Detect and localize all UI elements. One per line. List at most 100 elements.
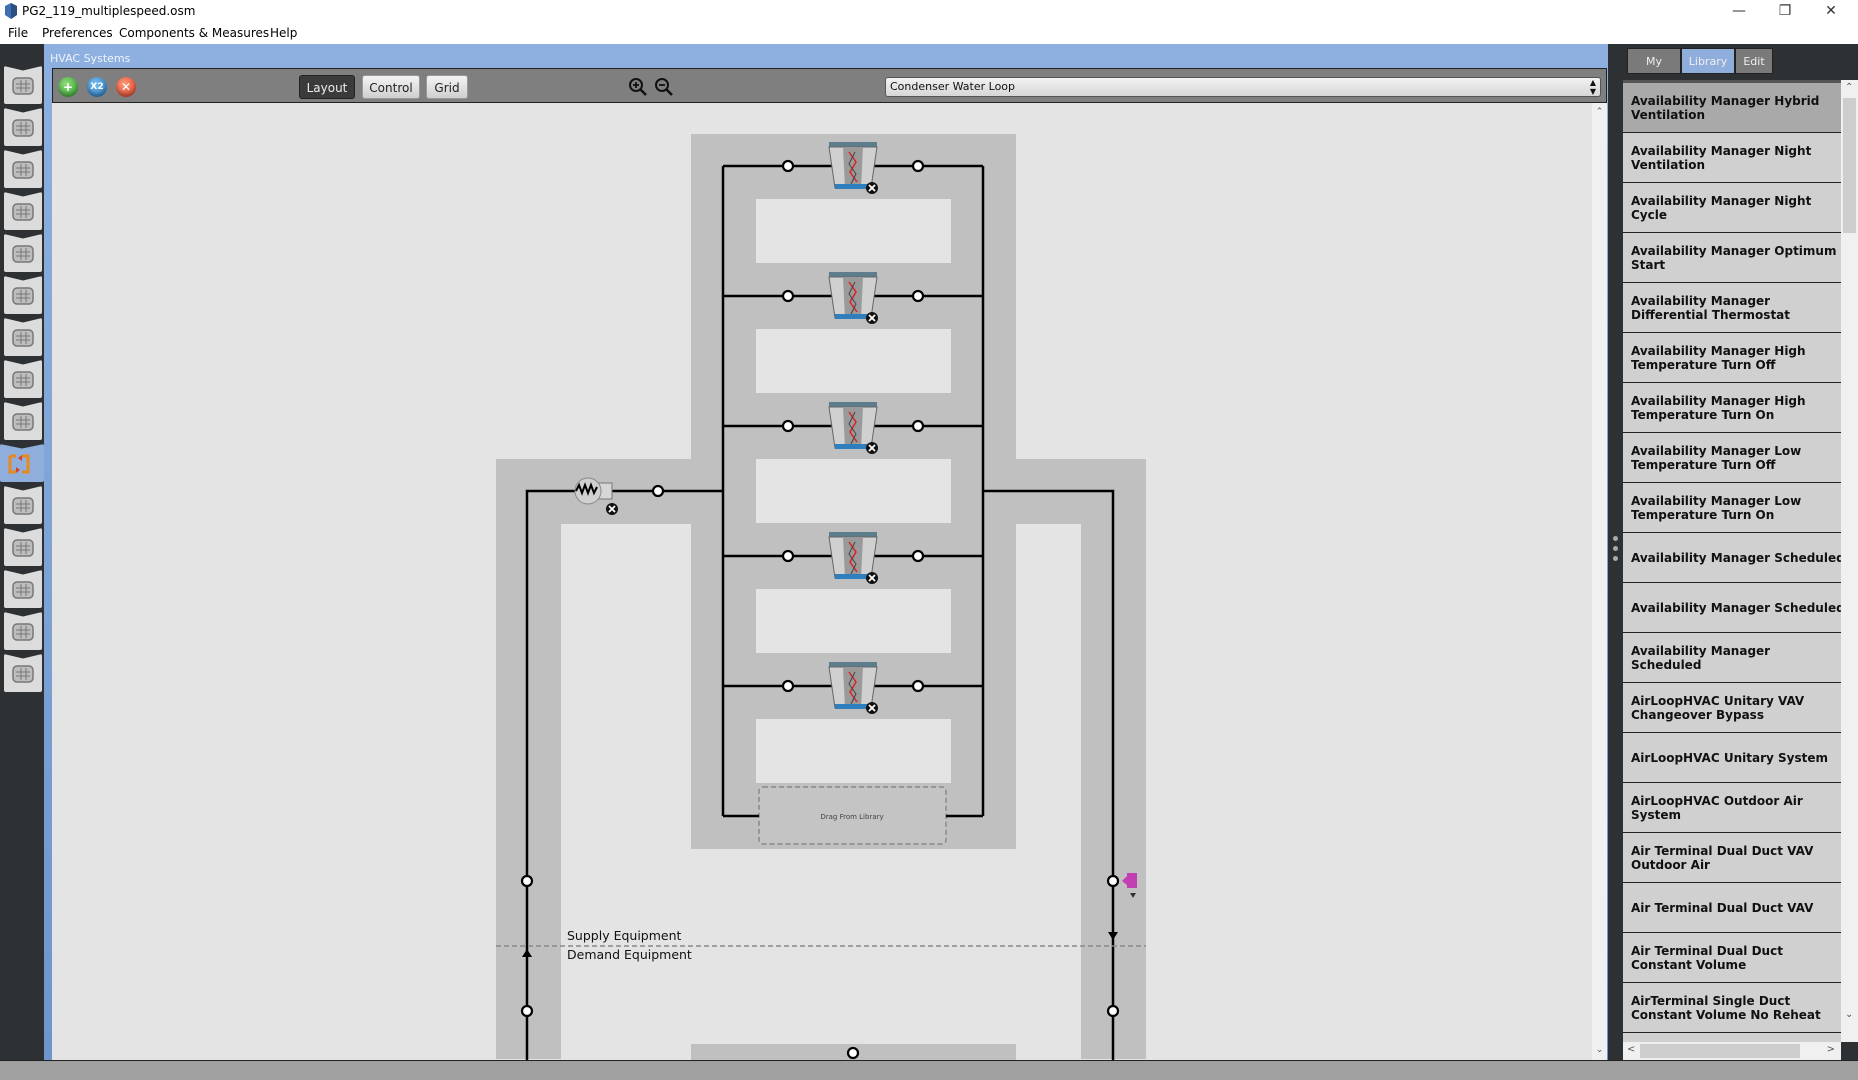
tab-library[interactable]: Library (1681, 48, 1735, 74)
nav-results[interactable] (4, 654, 42, 692)
library-item[interactable]: Availability Manager Scheduled Off (1623, 533, 1841, 583)
node[interactable] (911, 289, 925, 303)
scroll-down-arrow-icon[interactable]: ⌄ (1845, 1009, 1853, 1020)
close-button[interactable]: ✕ (1808, 0, 1854, 22)
tab-edit[interactable]: Edit (1735, 48, 1773, 74)
scroll-thumb[interactable] (1843, 98, 1856, 233)
control-view-button[interactable]: Control (362, 75, 420, 99)
splitter-grip[interactable] (1613, 536, 1618, 541)
node[interactable] (846, 1046, 860, 1060)
nav-measures[interactable] (4, 570, 42, 608)
scroll-up-arrow-icon[interactable]: ⌃ (1592, 105, 1607, 120)
branch-gap (756, 329, 951, 393)
scroll-up-arrow-icon[interactable]: ⌃ (1845, 82, 1853, 93)
node[interactable] (1106, 874, 1120, 888)
menu-components-measures[interactable]: Components & Measures (119, 26, 269, 40)
library-item[interactable]: Availability Manager Night Cycle (1623, 183, 1841, 233)
zoom-out-icon[interactable] (654, 77, 674, 97)
nav-simulation-settings[interactable] (4, 528, 42, 566)
node[interactable] (1106, 1004, 1120, 1018)
node[interactable] (911, 549, 925, 563)
library-item[interactable]: Availability Manager Night Ventilation (1623, 133, 1841, 183)
node[interactable] (520, 874, 534, 888)
cooling-tower-icon[interactable] (828, 142, 878, 194)
node[interactable] (911, 679, 925, 693)
library-item[interactable]: Availability Manager Optimum Start (1623, 233, 1841, 283)
add-system-button[interactable]: + (58, 77, 78, 97)
copy-system-button[interactable]: X2 (87, 77, 107, 97)
menu-help[interactable]: Help (270, 26, 297, 40)
library-item[interactable]: Availability Manager Scheduled (1623, 633, 1841, 683)
library-item[interactable]: Availability Manager High Temperature Tu… (1623, 383, 1841, 433)
cooling-tower-icon[interactable] (828, 532, 878, 584)
left-nav (0, 44, 44, 1060)
floorplan-icon (12, 287, 34, 305)
splitter-grip[interactable] (1613, 556, 1618, 561)
loop-select[interactable]: Condenser Water Loop ▲ ▼ (885, 77, 1601, 97)
nav-constructions[interactable] (4, 150, 42, 188)
scroll-left-arrow-icon[interactable]: < (1627, 1044, 1635, 1055)
node[interactable] (781, 289, 795, 303)
gear-icon (12, 539, 34, 557)
nav-site[interactable] (4, 66, 42, 104)
tab-my-model[interactable]: My Model (1627, 48, 1681, 94)
library-horizontal-scrollbar[interactable]: < > (1623, 1042, 1841, 1060)
node[interactable] (911, 419, 925, 433)
nav-hvac-systems[interactable] (0, 444, 44, 482)
menu-file[interactable]: File (8, 26, 28, 40)
scroll-down-arrow-icon[interactable]: ⌄ (1592, 1043, 1607, 1058)
restore-button[interactable]: ❐ (1762, 0, 1808, 22)
library-item[interactable]: Availability Manager Differential Thermo… (1623, 283, 1841, 333)
menu-preferences[interactable]: Preferences (42, 26, 113, 40)
scroll-right-arrow-icon[interactable]: > (1827, 1044, 1835, 1055)
library-vertical-scrollbar[interactable]: ⌃ ⌄ (1841, 80, 1858, 1042)
cooling-tower-icon[interactable] (828, 662, 878, 714)
library-item[interactable]: Air Terminal Dual Duct VAV (1623, 883, 1841, 933)
node[interactable] (781, 159, 795, 173)
library-item[interactable]: Availability Manager Low Temperature Tur… (1623, 483, 1841, 533)
library-item[interactable]: Availability Manager Hybrid Ventilation (1623, 83, 1841, 133)
library-item[interactable]: AirTerminal Single Duct VAV (1623, 1033, 1841, 1042)
nav-geometry[interactable] (4, 276, 42, 314)
zoom-in-icon[interactable] (628, 77, 648, 97)
node[interactable] (781, 419, 795, 433)
node[interactable] (520, 1004, 534, 1018)
cooling-tower-icon[interactable] (828, 272, 878, 324)
grid-view-button[interactable]: Grid (426, 75, 468, 99)
nav-loads[interactable] (4, 192, 42, 230)
nav-thermal-zones[interactable] (4, 402, 42, 440)
library-item[interactable]: AirTerminal Single Duct Constant Volume … (1623, 983, 1841, 1033)
pane-title: HVAC Systems (50, 52, 131, 65)
node[interactable] (781, 679, 795, 693)
branch-gap (756, 459, 951, 523)
delete-system-button[interactable]: ✕ (116, 77, 136, 97)
nav-facility[interactable] (4, 318, 42, 356)
library-item[interactable]: Availability Manager Scheduled On (1623, 583, 1841, 633)
library-item[interactable]: Air Terminal Dual Duct Constant Volume (1623, 933, 1841, 983)
library-item-label: Availability Manager Differential Thermo… (1631, 293, 1791, 322)
node[interactable] (781, 549, 795, 563)
library-item[interactable]: AirLoopHVAC Unitary System (1623, 733, 1841, 783)
splitter-grip[interactable] (1613, 546, 1618, 551)
hvac-canvas[interactable]: Drag From Library Supply Equipment Deman… (52, 103, 1592, 1060)
library-item[interactable]: Availability Manager Low Temperature Tur… (1623, 433, 1841, 483)
canvas-vertical-scrollbar[interactable]: ⌃ ⌄ (1592, 103, 1607, 1060)
node[interactable] (651, 484, 665, 498)
nav-spaces[interactable] (4, 360, 42, 398)
cooling-tower-icon[interactable] (828, 402, 878, 454)
panel-splitter[interactable] (1608, 44, 1623, 1060)
library-item[interactable]: AirLoopHVAC Unitary VAV Changeover Bypas… (1623, 683, 1841, 733)
library-item[interactable]: Availability Manager High Temperature Tu… (1623, 333, 1841, 383)
library-item-label: Availability Manager Scheduled Off (1631, 550, 1841, 565)
node[interactable] (911, 159, 925, 173)
layout-view-button[interactable]: Layout (299, 75, 355, 99)
nav-variables[interactable] (4, 486, 42, 524)
library-item[interactable]: AirLoopHVAC Outdoor Air System (1623, 783, 1841, 833)
nav-space-types[interactable] (4, 234, 42, 272)
nav-schedules[interactable] (4, 108, 42, 146)
nav-run-simulation[interactable] (4, 612, 42, 650)
minimize-button[interactable]: — (1716, 0, 1762, 22)
scroll-thumb[interactable] (1640, 1044, 1800, 1058)
library-item[interactable]: Air Terminal Dual Duct VAV Outdoor Air (1623, 833, 1841, 883)
library-item-label: AirTerminal Single Duct Constant Volume … (1631, 993, 1821, 1022)
